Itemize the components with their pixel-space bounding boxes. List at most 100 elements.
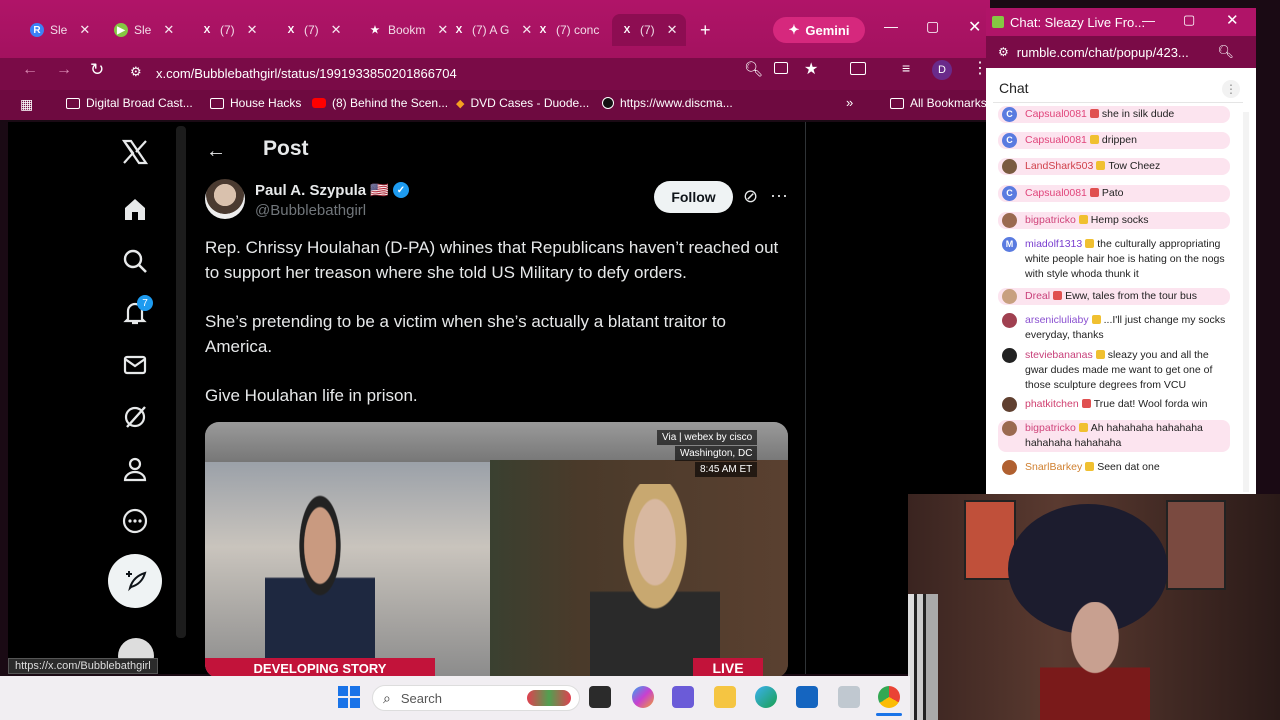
- grok-icon[interactable]: [120, 402, 150, 432]
- follow-button[interactable]: Follow: [654, 181, 733, 213]
- search-icon[interactable]: [120, 246, 150, 276]
- maximize-button[interactable]: ▢: [926, 18, 939, 35]
- bookmark-behind-the-scenes[interactable]: (8) Behind the Scen...: [312, 96, 448, 110]
- apps-grid-icon[interactable]: ▦: [20, 96, 33, 113]
- user-avatar[interactable]: C: [1002, 107, 1017, 122]
- app-icon[interactable]: [838, 686, 860, 708]
- taskbar-search[interactable]: ⌕ Search: [372, 685, 580, 711]
- user-badge-icon: [1089, 188, 1099, 197]
- user-avatar[interactable]: C: [1002, 186, 1017, 201]
- user-avatar[interactable]: C: [1002, 133, 1017, 148]
- browser-tab[interactable]: X (7) A G ✕: [444, 14, 540, 46]
- store-icon[interactable]: [796, 686, 818, 708]
- chat-username[interactable]: Capsual0081: [1025, 108, 1087, 120]
- chat-username[interactable]: Capsual0081: [1025, 187, 1087, 199]
- reload-icon[interactable]: ↻: [90, 60, 104, 80]
- more-options-icon[interactable]: ···: [770, 185, 788, 206]
- install-app-icon[interactable]: [774, 62, 788, 74]
- chat-message: LandShark503 Tow Cheez: [998, 158, 1230, 175]
- chat-maximize-button[interactable]: ▢: [1183, 12, 1195, 28]
- more-icon[interactable]: [120, 506, 150, 536]
- chat-menu-icon[interactable]: ⋮: [1222, 80, 1240, 98]
- browser-tab[interactable]: ▶ Sle ✕: [106, 14, 182, 46]
- back-icon[interactable]: ←: [22, 61, 38, 79]
- left-scrollbar[interactable]: [176, 126, 186, 638]
- post-video[interactable]: Via | webex by cisco Washington, DC 8:45…: [205, 422, 788, 678]
- task-view-icon[interactable]: [589, 686, 611, 708]
- close-tab-icon[interactable]: ✕: [247, 22, 258, 38]
- profile-icon[interactable]: [120, 454, 150, 484]
- chrome-icon[interactable]: [878, 686, 900, 708]
- author-avatar[interactable]: [205, 179, 245, 219]
- close-window-button[interactable]: ✕: [968, 17, 981, 37]
- user-avatar[interactable]: M: [1002, 237, 1017, 252]
- user-avatar[interactable]: [1002, 348, 1017, 363]
- chat-username[interactable]: arsenicluliaby: [1025, 314, 1089, 326]
- author-handle[interactable]: @Bubblebathgirl: [255, 202, 366, 219]
- user-avatar[interactable]: [1002, 460, 1017, 475]
- messages-icon[interactable]: [120, 350, 150, 380]
- forward-icon[interactable]: →: [56, 61, 72, 79]
- gemini-button[interactable]: ✦ Gemini: [773, 17, 865, 43]
- chat-username[interactable]: steviebananas: [1025, 349, 1093, 361]
- media-control-icon[interactable]: ≡: [902, 60, 910, 76]
- browser-tab-label: Sle: [134, 23, 152, 37]
- chat-username[interactable]: LandShark503: [1025, 160, 1093, 172]
- bookmark-discma[interactable]: https://www.discma...: [602, 96, 733, 110]
- bookmark-star-icon[interactable]: ★: [804, 59, 818, 79]
- new-tab-button[interactable]: +: [700, 20, 711, 41]
- chat-minimize-button[interactable]: —: [1142, 13, 1155, 28]
- back-arrow-icon[interactable]: ←: [206, 140, 226, 163]
- x-logo-icon: X: [539, 24, 547, 36]
- user-avatar[interactable]: [1002, 289, 1017, 304]
- site-info-icon[interactable]: ⚙: [130, 64, 142, 80]
- chat-username[interactable]: SnarlBarkey: [1025, 461, 1082, 473]
- chat-username[interactable]: phatkitchen: [1025, 398, 1079, 410]
- minimize-button[interactable]: —: [884, 18, 898, 34]
- compose-post-button[interactable]: [108, 554, 162, 608]
- sidebar-icon[interactable]: [850, 62, 866, 75]
- browser-tab[interactable]: R Sle ✕: [22, 14, 98, 46]
- close-tab-icon[interactable]: ✕: [163, 22, 174, 38]
- close-tab-icon[interactable]: ✕: [667, 22, 678, 38]
- x-logo-icon[interactable]: [120, 137, 150, 167]
- bookmark-digital-broadcast[interactable]: Digital Broad Cast...: [66, 96, 193, 110]
- zoom-icon[interactable]: 🔍︎: [744, 60, 763, 78]
- close-tab-icon[interactable]: ✕: [331, 22, 342, 38]
- chat-username[interactable]: Capsual0081: [1025, 134, 1087, 146]
- bookmark-dvd-cases[interactable]: ◆ DVD Cases - Duode...: [456, 96, 589, 110]
- browser-tab[interactable]: X (7) ✕: [192, 14, 266, 46]
- teams-icon[interactable]: [672, 686, 694, 708]
- site-info-icon[interactable]: ⚙: [998, 45, 1009, 59]
- edge-icon[interactable]: [755, 686, 777, 708]
- bookmark-house-hacks[interactable]: House Hacks: [210, 96, 301, 110]
- chat-message-body: arsenicluliaby ...I'll just change my soc…: [1025, 313, 1226, 343]
- home-icon[interactable]: [120, 194, 150, 224]
- user-avatar[interactable]: [1002, 313, 1017, 328]
- browser-tab[interactable]: X (7) ✕: [276, 14, 350, 46]
- post-paragraph: She’s pretending to be a victim when she…: [205, 312, 727, 356]
- user-avatar[interactable]: [1002, 397, 1017, 412]
- more-bookmarks-chevron-icon[interactable]: »: [846, 95, 853, 110]
- url-field[interactable]: ⚙ x.com/Bubblebathgirl/status/1991933850…: [120, 60, 840, 86]
- user-avatar[interactable]: [1002, 213, 1017, 228]
- chat-scrollbar[interactable]: [1243, 112, 1249, 492]
- file-explorer-icon[interactable]: [714, 686, 736, 708]
- close-tab-icon[interactable]: ✕: [79, 22, 90, 38]
- windows-start-icon[interactable]: [338, 686, 360, 708]
- bookmark-all-bookmarks[interactable]: All Bookmarks: [890, 96, 987, 110]
- browser-tab[interactable]: X (7) ✕: [612, 14, 686, 46]
- copilot-icon[interactable]: [632, 686, 654, 708]
- chat-close-button[interactable]: ✕: [1226, 11, 1239, 29]
- user-avatar[interactable]: [1002, 421, 1017, 436]
- chat-username[interactable]: bigpatricko: [1025, 214, 1076, 226]
- zoom-icon[interactable]: 🔍︎: [1217, 44, 1234, 60]
- chat-username[interactable]: miadolf1313: [1025, 238, 1082, 250]
- profile-avatar[interactable]: D: [932, 60, 952, 80]
- author-name[interactable]: Paul A. Szypula 🇺🇸 ✓: [255, 181, 409, 199]
- user-avatar[interactable]: [1002, 159, 1017, 174]
- browser-tab[interactable]: ★ Bookm ✕: [360, 14, 456, 46]
- grok-explain-icon[interactable]: ⊘: [743, 186, 758, 207]
- chat-username[interactable]: Dreal: [1025, 290, 1050, 302]
- chat-username[interactable]: bigpatricko: [1025, 422, 1076, 434]
